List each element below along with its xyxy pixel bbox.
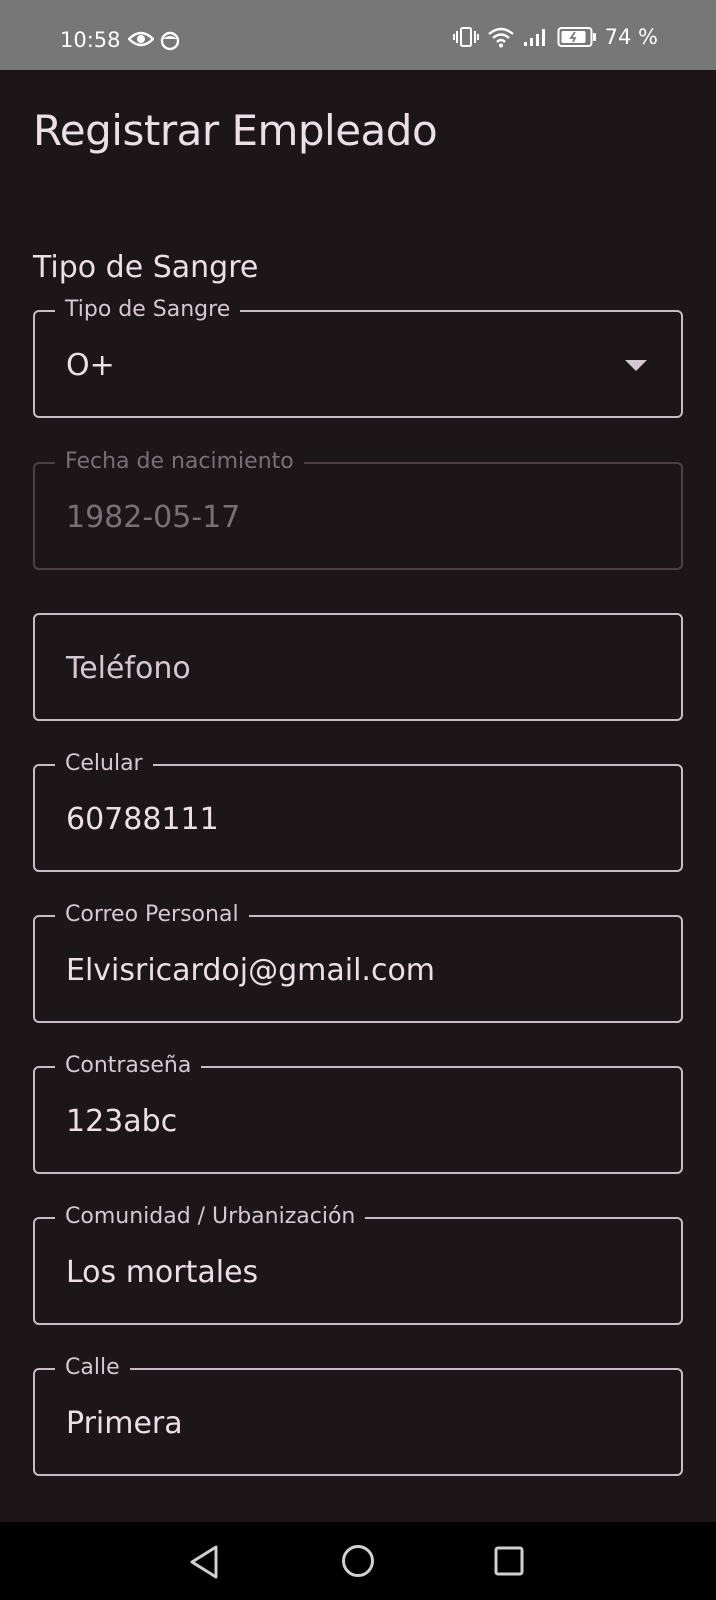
navigation-bar — [0, 1522, 716, 1600]
email-label: Correo Personal — [55, 902, 249, 927]
mobile-field[interactable]: Celular 60788111 — [33, 751, 683, 872]
status-icons: 74 % — [452, 25, 658, 49]
face-icon — [160, 31, 180, 51]
password-value: 123abc — [66, 1104, 178, 1139]
email-field[interactable]: Correo Personal Elvisricardoj@gmail.com — [33, 902, 683, 1023]
back-icon[interactable] — [188, 1544, 222, 1580]
blood-type-dropdown[interactable]: Tipo de Sangre O+ — [33, 297, 683, 418]
community-field[interactable]: Comunidad / Urbanización Los mortales — [33, 1204, 683, 1325]
street-field[interactable]: Calle Primera — [33, 1355, 683, 1476]
email-value: Elvisricardoj@gmail.com — [66, 953, 436, 988]
birth-date-label: Fecha de nacimiento — [55, 449, 304, 474]
page-title: Registrar Empleado — [33, 106, 438, 155]
battery-percent: 74 % — [604, 25, 658, 49]
blood-type-label: Tipo de Sangre — [55, 297, 241, 322]
blood-type-value: O+ — [66, 348, 115, 383]
eye-icon — [128, 31, 154, 47]
community-label: Comunidad / Urbanización — [55, 1204, 366, 1229]
street-value: Primera — [66, 1406, 183, 1441]
status-bar: 10:58 74 % — [0, 0, 716, 70]
password-label: Contraseña — [55, 1053, 202, 1078]
home-icon[interactable] — [341, 1544, 375, 1578]
mobile-label: Celular — [55, 751, 153, 776]
vibrate-icon — [452, 27, 479, 47]
battery-icon — [557, 27, 596, 47]
phone-placeholder: Teléfono — [66, 651, 191, 686]
password-field[interactable]: Contraseña 123abc — [33, 1053, 683, 1174]
status-time: 10:58 — [60, 28, 121, 52]
street-label: Calle — [55, 1355, 130, 1380]
signal-icon — [523, 29, 545, 46]
birth-date-field: Fecha de nacimiento 1982-05-17 — [33, 449, 683, 570]
dropdown-arrow-icon — [625, 360, 647, 371]
wifi-icon — [487, 27, 514, 48]
section-label: Tipo de Sangre — [33, 250, 259, 285]
recent-apps-icon[interactable] — [494, 1546, 524, 1576]
birth-date-value: 1982-05-17 — [66, 500, 241, 535]
phone-field[interactable]: Teléfono — [33, 613, 683, 721]
community-value: Los mortales — [66, 1255, 259, 1290]
mobile-value: 60788111 — [66, 802, 219, 837]
